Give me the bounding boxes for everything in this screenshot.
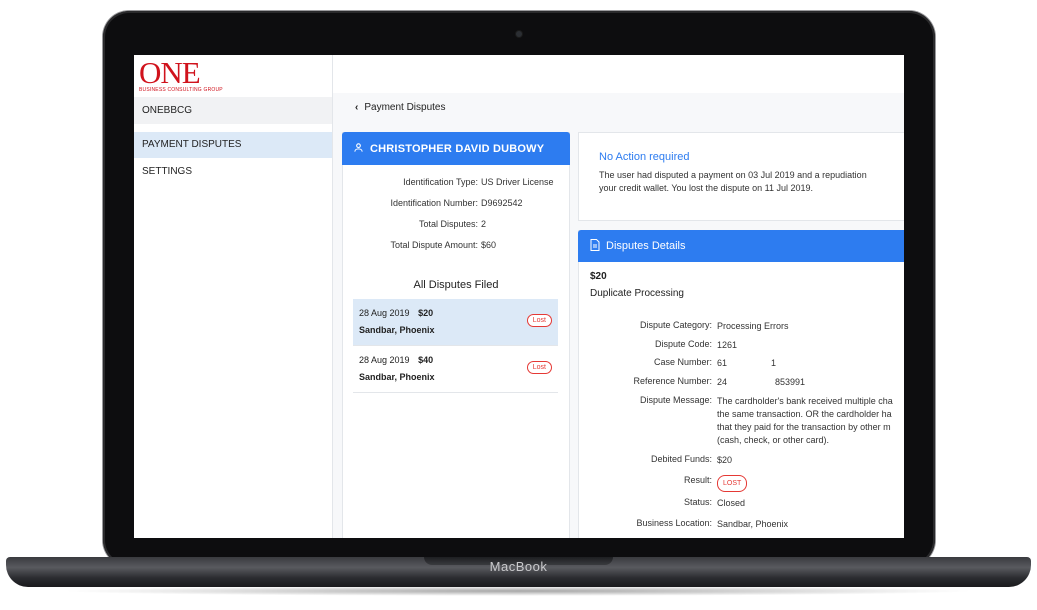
sidebar: ONE BUSINESS CONSULTING GROUP ONEBBCG PA…	[134, 55, 333, 538]
dispute-merchant: Sandbar, Phoenix	[359, 325, 435, 335]
detail-label: Reference Number:	[633, 376, 712, 386]
details-type: Duplicate Processing	[590, 288, 684, 299]
sidebar-item-payment-disputes[interactable]: PAYMENT DISPUTES	[134, 132, 332, 158]
result-badge: LOST	[717, 475, 748, 492]
profile-name: CHRISTOPHER DAVID DUBOWY	[370, 142, 545, 155]
field-label: Total Disputes:	[418, 219, 478, 229]
app-screen: ONE BUSINESS CONSULTING GROUP ONEBBCG PA…	[134, 55, 904, 538]
laptop-shadow	[60, 586, 977, 596]
camera-icon	[516, 31, 522, 37]
detail-value: $20	[717, 455, 733, 465]
field-value: D9692542	[481, 198, 523, 208]
status-badge: Lost	[526, 361, 552, 374]
details-amount: $20	[590, 271, 607, 282]
profile-header: CHRISTOPHER DAVID DUBOWY	[342, 132, 570, 165]
org-name: ONEBBCG	[134, 97, 332, 124]
detail-value: 853991	[775, 377, 806, 387]
user-icon	[353, 142, 364, 156]
detail-value: 61	[717, 358, 728, 368]
field-label: Identification Number:	[390, 198, 478, 208]
status-badge: Lost	[526, 314, 552, 327]
disputes-section-title: All Disputes Filed	[413, 279, 499, 291]
dispute-merchant: Sandbar, Phoenix	[359, 372, 435, 382]
detail-value: Closed	[717, 498, 746, 508]
logo-text: ONE	[139, 55, 201, 90]
document-icon	[590, 238, 600, 254]
main-content: ‹ Payment Disputes CHRISTOPHER DAVID DUB…	[333, 55, 904, 538]
detail-label: Status:	[683, 497, 712, 507]
detail-value: Processing Errors	[717, 321, 789, 331]
field-identification-number: Identification Number: D9692542	[343, 198, 569, 212]
field-value: US Driver License	[481, 177, 554, 187]
action-line: your credit wallet. You lost the dispute…	[599, 183, 813, 193]
detail-label: Debited Funds:	[650, 454, 712, 464]
back-button[interactable]: ‹ Payment Disputes	[355, 102, 446, 113]
profile-card: CHRISTOPHER DAVID DUBOWY Identification …	[342, 132, 570, 538]
top-bar	[333, 55, 904, 93]
detail-label: Dispute Message:	[639, 395, 712, 405]
action-card: No Action required The user had disputed…	[578, 132, 904, 221]
action-description: The user had disputed a payment on 03 Ju…	[599, 169, 904, 195]
device-brand-label: MacBook	[489, 559, 548, 574]
detail-value: Sandbar, Phoenix	[717, 519, 789, 529]
field-label: Total Dispute Amount:	[390, 240, 478, 250]
field-identification-type: Identification Type: US Driver License	[343, 177, 569, 191]
field-total-disputes: Total Disputes: 2	[343, 219, 569, 233]
field-value: 2	[481, 219, 487, 229]
message-line: The cardholder's bank received multiple …	[717, 396, 893, 406]
detail-label: Dispute Category:	[639, 320, 712, 330]
dispute-amount: $20	[418, 308, 434, 318]
details-header: Disputes Details	[578, 230, 904, 262]
dispute-date: 28 Aug 2019	[359, 355, 410, 365]
detail-label: Dispute Code:	[654, 339, 712, 349]
logo-subtitle: BUSINESS CONSULTING GROUP	[139, 87, 223, 93]
field-value: $60	[481, 240, 497, 250]
action-line: The user had disputed a payment on 03 Ju…	[599, 170, 867, 180]
message-line: that they paid for the transaction by ot…	[717, 422, 891, 432]
detail-label: Business Location:	[636, 518, 712, 528]
detail-label: Case Number:	[653, 357, 712, 367]
brand-logo[interactable]: ONE BUSINESS CONSULTING GROUP	[139, 55, 223, 94]
dispute-list-item[interactable]: 28 Aug 2019 $20 Sandbar, Phoenix Lost	[353, 299, 558, 346]
message-line: the same transaction. OR the cardholder …	[717, 409, 892, 419]
field-label: Identification Type:	[403, 177, 478, 187]
action-title: No Action required	[599, 151, 690, 163]
details-title: Disputes Details	[606, 240, 686, 252]
chevron-left-icon: ‹	[355, 102, 359, 113]
field-total-dispute-amount: Total Dispute Amount: $60	[343, 240, 569, 254]
dispute-amount: $40	[418, 355, 434, 365]
detail-value: 24	[717, 377, 728, 387]
detail-label: Result:	[683, 475, 712, 485]
detail-value: 1	[771, 358, 777, 368]
dispute-list-item[interactable]: 28 Aug 2019 $40 Sandbar, Phoenix Lost	[353, 346, 558, 393]
detail-value: 1261	[717, 340, 738, 350]
dispute-details-card: Disputes Details $20 Duplicate Processin…	[578, 230, 904, 538]
sidebar-item-settings[interactable]: SETTINGS	[134, 159, 332, 185]
message-line: (cash, check, or other card).	[717, 435, 830, 445]
dispute-date: 28 Aug 2019	[359, 308, 410, 318]
back-label: Payment Disputes	[364, 102, 446, 113]
